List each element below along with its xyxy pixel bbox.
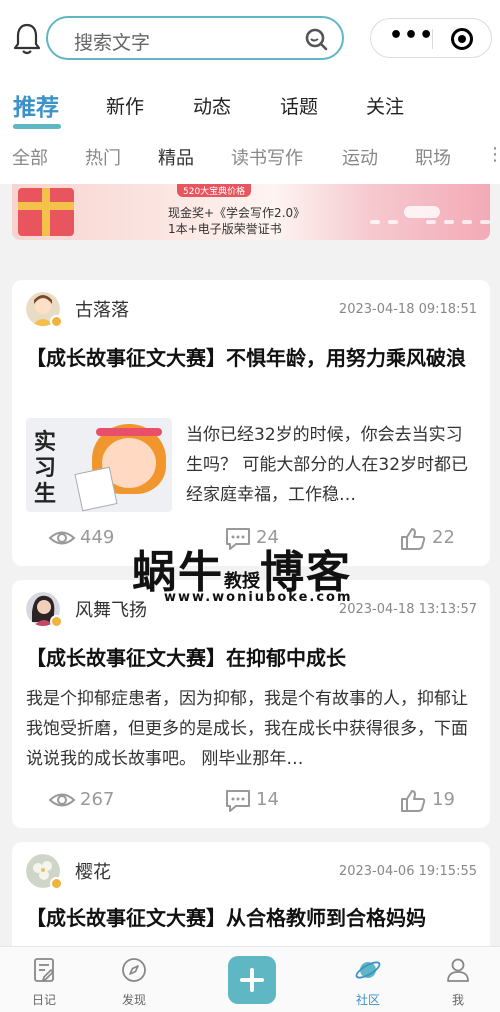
nav-me-label: 我 <box>451 993 464 1007</box>
create-post-button[interactable] <box>228 956 276 1004</box>
compass-icon[interactable] <box>121 957 147 983</box>
diary-icon[interactable] <box>31 957 57 983</box>
subtab-sports[interactable]: 运动 <box>342 144 378 170</box>
post-title[interactable]: 【成长故事征文大赛】从合格教师到合格妈妈 <box>26 902 482 935</box>
header: 搜索文字 ••• 推荐 新作 动态 话题 关注 全部 热门 精品 读书写作 运动… <box>0 0 500 184</box>
tab-new[interactable]: 新作 <box>106 92 144 119</box>
eye-icon <box>48 531 76 545</box>
comment-icon[interactable] <box>224 789 252 813</box>
more-dots-icon[interactable]: ••• <box>389 23 434 48</box>
target-icon[interactable] <box>451 28 473 50</box>
carousel-dot <box>480 220 490 224</box>
planet-icon[interactable] <box>355 957 381 983</box>
post-time: 2023-04-18 09:18:51 <box>338 302 477 317</box>
post-excerpt[interactable]: 我是个抑郁症患者，因为抑郁，我是个有故事的人，抑郁让我饱受折磨，但更多的是成长，… <box>26 684 482 776</box>
post-card[interactable]: 樱花 2023-04-06 19:15:55 【成长故事征文大赛】从合格教师到合… <box>12 842 490 946</box>
banner-top-text: 520大宝典价格 <box>177 184 252 197</box>
subtab-overflow: ⋮ <box>486 144 500 165</box>
main-tabs: 推荐 新作 动态 话题 关注 <box>0 88 500 132</box>
search-icon[interactable] <box>304 27 328 51</box>
carousel-dot <box>444 220 454 224</box>
post-excerpt[interactable]: 当你已经32岁的时候，你会去当实习生吗？ 可能大部分的人在32岁时都已经家庭幸福… <box>186 420 478 512</box>
illustration-paper <box>74 466 118 512</box>
comment-icon[interactable] <box>224 527 252 551</box>
eye-icon <box>48 793 76 807</box>
post-thumbnail[interactable]: 实习生 <box>26 418 172 512</box>
person-icon[interactable] <box>445 957 471 983</box>
mini-program-capsule: ••• <box>370 18 492 58</box>
bell-icon[interactable] <box>12 22 42 56</box>
thumbnail-text: 实习生 <box>34 430 57 507</box>
tab-recommend[interactable]: 推荐 <box>13 88 59 122</box>
banner-line-2: 1本+电子版荣誉证书 <box>168 222 282 236</box>
post-card[interactable]: 古落落 2023-04-18 09:18:51 【成长故事征文大赛】不惧年龄，用… <box>12 280 490 566</box>
banner-decoration <box>404 206 440 218</box>
subtab-hot[interactable]: 热门 <box>85 144 121 170</box>
carousel-dot <box>388 220 398 224</box>
post-time: 2023-04-06 19:15:55 <box>338 864 477 879</box>
post-title[interactable]: 【成长故事征文大赛】在抑郁中成长 <box>26 642 482 675</box>
post-title[interactable]: 【成长故事征文大赛】不惧年龄，用努力乘风破浪 <box>26 342 482 375</box>
tab-topic[interactable]: 话题 <box>280 92 318 119</box>
crown-badge-icon <box>50 877 63 890</box>
active-tab-underline <box>13 124 61 129</box>
crown-badge-icon <box>50 315 63 328</box>
comments-count: 24 <box>256 527 279 548</box>
nav-discover[interactable]: 发现 <box>94 947 174 1012</box>
subtab-reading-writing[interactable]: 读书写作 <box>231 144 303 170</box>
subtab-all[interactable]: 全部 <box>12 144 48 170</box>
promo-banner[interactable]: 520大宝典价格 现金奖+《学会写作2.0》 1本+电子版荣誉证书 <box>12 184 490 240</box>
nav-community[interactable]: 社区 <box>328 947 408 1012</box>
crown-badge-icon <box>50 615 63 628</box>
nav-me[interactable]: 我 <box>418 947 498 1012</box>
likes-count: 22 <box>432 527 455 548</box>
tab-activity[interactable]: 动态 <box>193 92 231 119</box>
sub-tabs: 全部 热门 精品 读书写作 运动 职场 ⋮ <box>0 144 500 174</box>
nav-discover-label: 发现 <box>121 993 146 1007</box>
username[interactable]: 樱花 <box>75 858 111 884</box>
tab-follow[interactable]: 关注 <box>366 92 404 119</box>
nav-diary-label: 日记 <box>31 993 56 1007</box>
post-stats: 449 24 22 <box>12 524 490 554</box>
post-time: 2023-04-18 13:13:57 <box>338 602 477 617</box>
username[interactable]: 风舞飞扬 <box>75 596 147 622</box>
views-count: 449 <box>80 527 115 548</box>
nav-community-label: 社区 <box>355 993 380 1007</box>
post-stats: 267 14 19 <box>12 786 490 816</box>
gift-box-image <box>18 188 74 236</box>
carousel-dot <box>462 220 472 224</box>
search-input[interactable]: 搜索文字 <box>46 16 344 60</box>
capsule-divider <box>432 29 433 49</box>
thumbs-up-icon[interactable] <box>400 789 428 813</box>
post-card[interactable]: 风舞飞扬 2023-04-18 13:13:57 【成长故事征文大赛】在抑郁中成… <box>12 580 490 828</box>
nav-diary[interactable]: 日记 <box>4 947 84 1012</box>
illustration-headband <box>96 428 162 436</box>
carousel-dot <box>370 220 380 224</box>
banner-line-1: 现金奖+《学会写作2.0》 <box>168 206 306 220</box>
views-count: 267 <box>80 789 115 810</box>
carousel-dot <box>426 220 436 224</box>
search-placeholder: 搜索文字 <box>74 32 151 54</box>
subtab-workplace[interactable]: 职场 <box>415 144 451 170</box>
likes-count: 19 <box>432 789 455 810</box>
thumbs-up-icon[interactable] <box>400 527 428 551</box>
subtab-featured[interactable]: 精品 <box>158 144 194 170</box>
comments-count: 14 <box>256 789 279 810</box>
username[interactable]: 古落落 <box>75 296 129 322</box>
